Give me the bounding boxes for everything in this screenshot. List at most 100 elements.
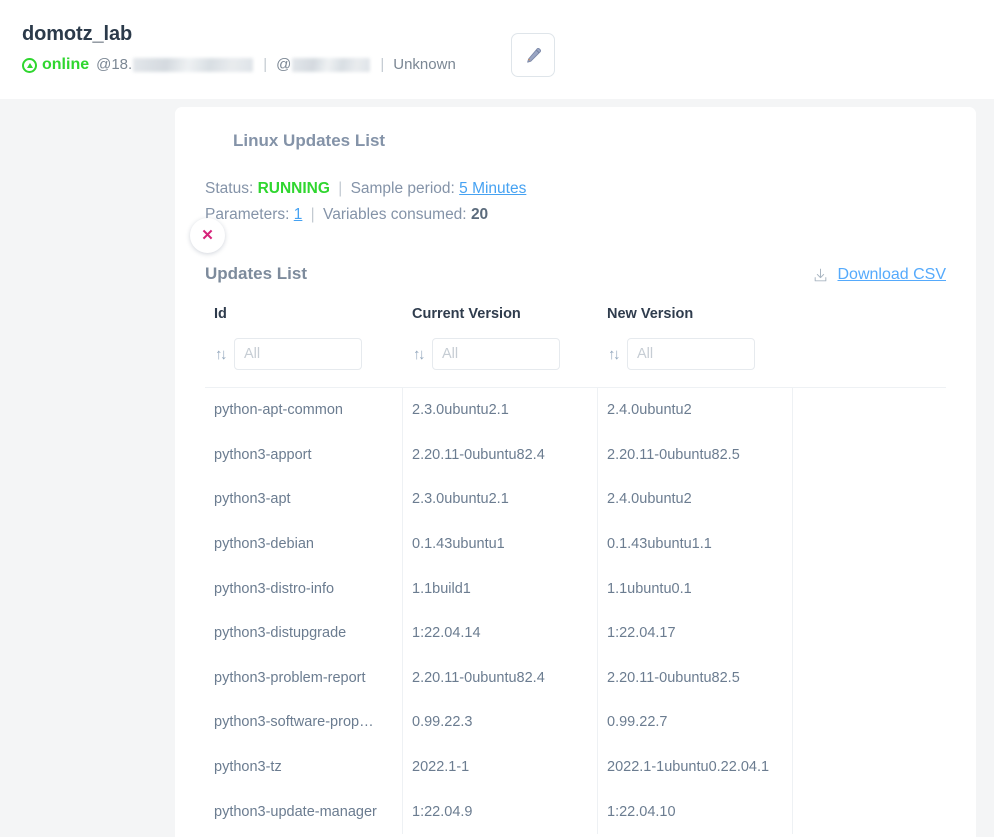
status-divider-1: | bbox=[338, 180, 343, 197]
cell-id: python3-distupgrade bbox=[205, 610, 403, 656]
device-header: domotz_lab online @18. | @ | Unknown bbox=[0, 0, 994, 99]
table-row[interactable]: python-apt-common 2.3.0ubuntu2.1 2.4.0ubun… bbox=[205, 388, 946, 433]
content-area: ✕ Linux Updates List Status: RUNNING | S… bbox=[0, 99, 994, 837]
download-csv-label: Download CSV bbox=[837, 266, 947, 283]
filter-cell-new-version: ↑↓ bbox=[598, 338, 793, 370]
cell-id: python3-tz bbox=[205, 744, 403, 790]
cell-new-version: 1.1ubuntu0.1 bbox=[598, 566, 793, 611]
cell-new-version: 2022.1-1ubuntu0.22.04.1 bbox=[598, 744, 793, 790]
sort-updown-icon-current-version[interactable]: ↑↓ bbox=[403, 347, 426, 362]
cell-current-version: 1:22.04.14 bbox=[403, 610, 598, 656]
device-type-label: Unknown bbox=[393, 56, 456, 73]
status-label: Status: bbox=[205, 180, 254, 197]
table-filter-row: ↑↓ ↑↓ ↑↓ bbox=[205, 338, 946, 370]
cell-current-version: 2.20.11-0ubuntu82.4 bbox=[403, 432, 598, 478]
cell-spacer bbox=[793, 700, 946, 745]
status-value: RUNNING bbox=[257, 180, 330, 197]
card-title: Linux Updates List bbox=[233, 131, 386, 150]
cell-id: python3-apt bbox=[205, 477, 403, 522]
cell-id: python3-software-prop… bbox=[205, 700, 403, 745]
cell-id: python3-problem-report bbox=[205, 655, 403, 701]
table-row[interactable]: python3-tz 2022.1-1 2022.1-1ubuntu0.22.04.… bbox=[205, 744, 946, 790]
cell-id: python3-update-manager bbox=[205, 789, 403, 834]
linux-updates-card: ✕ Linux Updates List Status: RUNNING | S… bbox=[175, 107, 976, 837]
table-body: python-apt-common 2.3.0ubuntu2.1 2.4.0ubun… bbox=[205, 387, 946, 834]
meta-separator-2: | bbox=[380, 56, 385, 73]
cell-id: python3-debian bbox=[205, 521, 403, 567]
table-row[interactable]: python3-software-prop… 0.99.22.3 0.99.22.7 bbox=[205, 700, 946, 745]
cell-new-version: 1:22.04.17 bbox=[598, 610, 793, 656]
cell-new-version: 2.4.0ubuntu2 bbox=[598, 477, 793, 522]
up-arrow-circle-icon bbox=[22, 57, 37, 73]
cell-spacer bbox=[793, 388, 946, 433]
cell-spacer bbox=[793, 656, 946, 701]
parameters-link[interactable]: 1 bbox=[294, 206, 303, 223]
section-title: Updates List bbox=[205, 264, 308, 283]
table-row[interactable]: python3-problem-report 2.20.11-0ubuntu82.… bbox=[205, 655, 946, 701]
filter-input-id[interactable] bbox=[234, 338, 362, 370]
cell-spacer bbox=[793, 433, 946, 478]
sort-updown-icon-id[interactable]: ↑↓ bbox=[205, 347, 228, 362]
close-card-button[interactable]: ✕ bbox=[190, 218, 225, 253]
table-row[interactable]: python3-apt 2.3.0ubuntu2.1 2.4.0ubuntu2 bbox=[205, 477, 946, 522]
redacted-host-block bbox=[292, 58, 371, 72]
cell-spacer bbox=[793, 745, 946, 790]
cell-id: python-apt-common bbox=[205, 388, 403, 433]
cell-new-version: 1:22.04.10 bbox=[598, 789, 793, 834]
download-csv-button[interactable]: Download CSV bbox=[812, 266, 947, 284]
edit-device-button[interactable] bbox=[511, 33, 555, 77]
filter-input-current-version[interactable] bbox=[432, 338, 560, 370]
cell-current-version: 2022.1-1 bbox=[403, 744, 598, 790]
sort-updown-icon-new-version[interactable]: ↑↓ bbox=[598, 347, 621, 362]
cell-current-version: 0.1.43ubuntu1 bbox=[403, 521, 598, 567]
filter-input-new-version[interactable] bbox=[627, 338, 755, 370]
device-host-prefix: @ bbox=[276, 56, 292, 73]
filter-cell-id: ↑↓ bbox=[205, 338, 403, 370]
sample-period-label: Sample period: bbox=[350, 180, 455, 197]
variables-label: Variables consumed: bbox=[323, 206, 467, 223]
status-line-2: Parameters: 1 | Variables consumed: 20 bbox=[205, 202, 946, 228]
meta-separator-1: | bbox=[263, 56, 268, 73]
table-row[interactable]: python3-distupgrade 1:22.04.14 1:22.04.17 bbox=[205, 610, 946, 656]
cell-spacer bbox=[793, 789, 946, 834]
pencil-icon bbox=[526, 47, 541, 63]
column-header-spacer bbox=[793, 306, 946, 322]
card-status-block: Status: RUNNING | Sample period: 5 Minut… bbox=[205, 176, 946, 228]
cell-new-version: 2.20.11-0ubuntu82.5 bbox=[598, 432, 793, 478]
column-header-new-version: New Version bbox=[607, 306, 694, 322]
sample-period-link[interactable]: 5 Minutes bbox=[459, 180, 526, 197]
cell-spacer bbox=[793, 611, 946, 656]
cell-new-version: 2.20.11-0ubuntu82.5 bbox=[598, 655, 793, 701]
cell-current-version: 0.99.22.3 bbox=[403, 700, 598, 745]
table-header-row: Id Current Version New Version bbox=[205, 306, 946, 322]
column-header-current-version: Current Version bbox=[412, 306, 521, 322]
table-row[interactable]: python3-apport 2.20.11-0ubuntu82.4 2.20.11… bbox=[205, 432, 946, 478]
cell-current-version: 2.3.0ubuntu2.1 bbox=[403, 477, 598, 522]
cell-new-version: 0.1.43ubuntu1.1 bbox=[598, 521, 793, 567]
updates-table: Id Current Version New Version ↑↓ ↑↓ bbox=[205, 306, 946, 834]
page-title: domotz_lab bbox=[22, 23, 133, 45]
cell-new-version: 2.4.0ubuntu2 bbox=[598, 388, 793, 433]
device-ip-prefix: @18. bbox=[96, 56, 133, 73]
close-x-icon: ✕ bbox=[201, 227, 214, 244]
column-header-id: Id bbox=[214, 306, 227, 322]
status-badge: online bbox=[42, 56, 90, 73]
cell-current-version: 1.1build1 bbox=[403, 566, 598, 611]
table-row[interactable]: python3-distro-info 1.1build1 1.1ubuntu0.1 bbox=[205, 566, 946, 611]
cell-current-version: 1:22.04.9 bbox=[403, 789, 598, 834]
download-arrow-icon bbox=[814, 268, 826, 281]
cell-current-version: 2.3.0ubuntu2.1 bbox=[403, 388, 598, 433]
table-section-header: Updates List Download CSV bbox=[205, 264, 946, 284]
cell-spacer bbox=[793, 477, 946, 522]
cell-id: python3-distro-info bbox=[205, 566, 403, 611]
cell-spacer bbox=[793, 522, 946, 567]
table-row[interactable]: python3-update-manager 1:22.04.9 1:22.04.1… bbox=[205, 789, 946, 834]
cell-new-version: 0.99.22.7 bbox=[598, 700, 793, 745]
filter-cell-current-version: ↑↓ bbox=[403, 338, 598, 370]
cell-spacer bbox=[793, 566, 946, 611]
cell-id: python3-apport bbox=[205, 432, 403, 478]
variables-value: 20 bbox=[470, 206, 489, 223]
cell-current-version: 2.20.11-0ubuntu82.4 bbox=[403, 655, 598, 701]
table-row[interactable]: python3-debian 0.1.43ubuntu1 0.1.43ubuntu1… bbox=[205, 521, 946, 567]
status-divider-2: | bbox=[310, 206, 315, 223]
